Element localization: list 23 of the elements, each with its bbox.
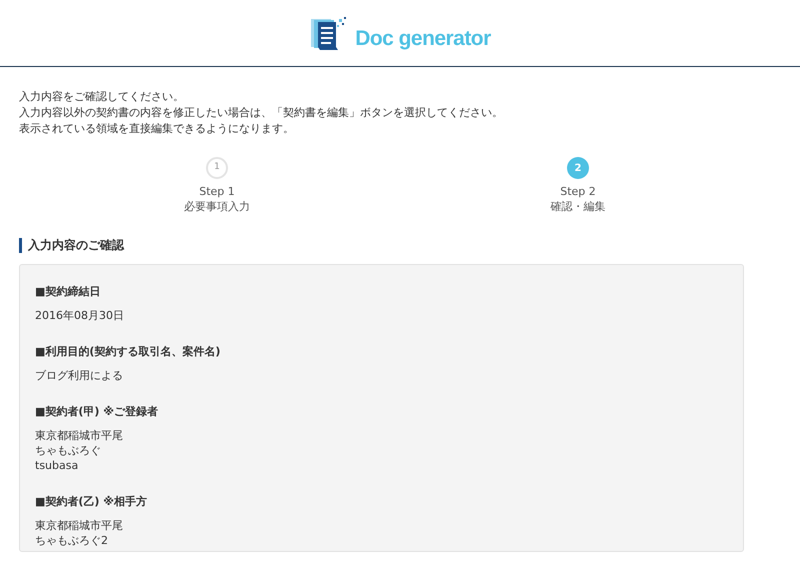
step-caption: 確認・編集: [550, 199, 606, 214]
heading-bar: [19, 238, 22, 252]
field-label: ■契約者(乙) ※相手方: [35, 494, 147, 509]
logo-text: Doc generator: [355, 26, 491, 52]
step-number: 1: [206, 157, 228, 179]
field-label: ■契約締結日: [35, 284, 100, 299]
instruction-text: 入力内容をご確認してください。: [19, 89, 184, 105]
field-value: ちゃもぶろぐ: [35, 443, 101, 458]
field-value: 東京都稲城市平尾: [35, 518, 123, 533]
instruction-text: 入力内容以外の契約書の内容を修正したい場合は、「契約書を編集」ボタンを選択してください。: [19, 105, 503, 121]
step-label: Step 1: [199, 184, 235, 199]
field-value: tsubasa: [35, 458, 78, 473]
field-value: ブログ利用による: [35, 368, 123, 383]
field-label: ■契約者(甲) ※ご登録者: [35, 404, 158, 419]
instruction-text: 表示されている領域を直接編集できるようになります。: [19, 121, 294, 137]
field-value: ちゃもぶろぐ2: [35, 533, 108, 548]
step-number: 2: [567, 157, 589, 179]
section-heading: 入力内容のご確認: [28, 237, 124, 254]
step-caption: 必要事項入力: [184, 199, 250, 214]
field-value: 東京都稲城市平尾: [35, 428, 123, 443]
field-value: 2016年08月30日: [35, 308, 124, 323]
step-label: Step 2: [560, 184, 596, 199]
field-label: ■利用目的(契約する取引名、案件名): [35, 344, 220, 359]
